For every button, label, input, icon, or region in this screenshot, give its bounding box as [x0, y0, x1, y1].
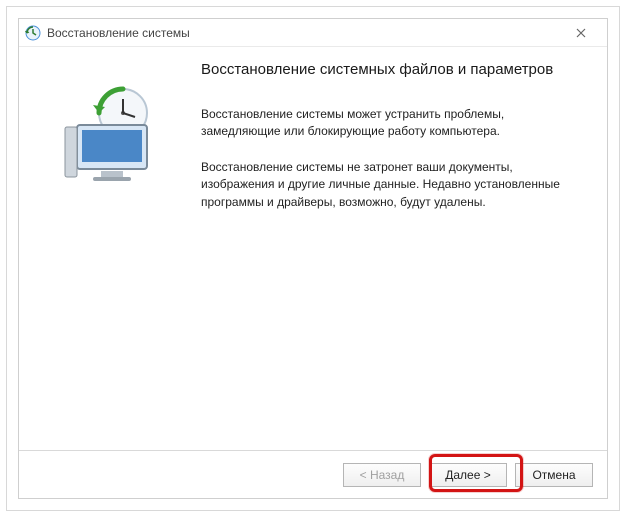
window-title: Восстановление системы: [47, 26, 561, 40]
dialog-window: Восстановление системы: [18, 18, 608, 499]
system-restore-icon: [25, 25, 41, 41]
illustration-panel: [33, 61, 193, 442]
text-panel: Восстановление системных файлов и параме…: [193, 61, 587, 442]
restore-illustration-icon: [53, 85, 173, 185]
back-button: < Назад: [343, 463, 421, 487]
cancel-button[interactable]: Отмена: [515, 463, 593, 487]
content-area: Восстановление системных файлов и параме…: [19, 47, 607, 450]
paragraph-2: Восстановление системы не затронет ваши …: [201, 159, 571, 211]
close-button[interactable]: [561, 19, 601, 46]
page-heading: Восстановление системных файлов и параме…: [201, 61, 587, 78]
paragraph-1: Восстановление системы может устранить п…: [201, 106, 571, 141]
titlebar: Восстановление системы: [19, 19, 607, 47]
button-bar: < Назад Далее > Отмена: [19, 450, 607, 498]
next-button[interactable]: Далее >: [429, 463, 507, 487]
close-icon: [576, 28, 586, 38]
